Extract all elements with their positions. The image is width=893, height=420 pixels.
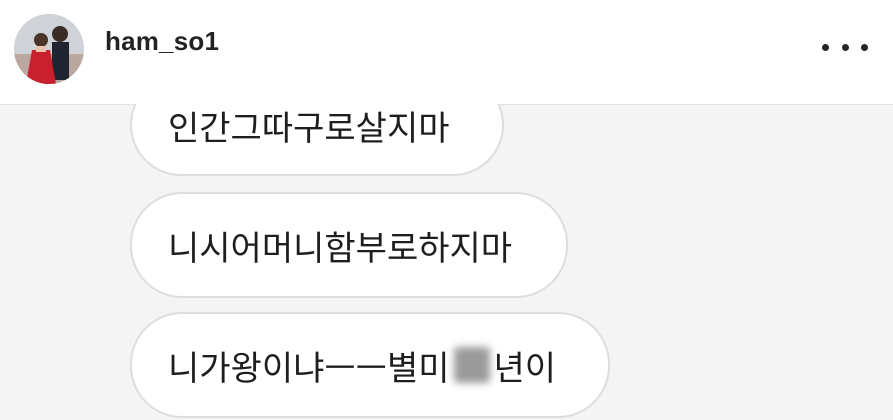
- more-options-icon[interactable]: [822, 32, 868, 62]
- message-text-before: 니가왕이냐ㅡㅡ별미: [168, 348, 450, 389]
- blurred-character: [453, 347, 490, 383]
- dot-icon: [841, 43, 849, 51]
- dot-icon: [822, 43, 829, 51]
- username[interactable]: ham_so1: [105, 26, 219, 57]
- avatar[interactable]: [14, 14, 84, 84]
- dot-icon: [861, 43, 868, 51]
- message-text: 인간그따구로살지마: [168, 108, 450, 149]
- chat-header: ham_so1: [0, 0, 893, 105]
- message-list: 인간그따구로살지마 니시어머니함부로하지마 니가왕이냐ㅡㅡ별미 년이: [0, 104, 893, 420]
- message-bubble[interactable]: 니시어머니함부로하지마: [130, 192, 568, 298]
- message-text-after: 년이: [493, 348, 557, 389]
- message-text: 니시어머니함부로하지마: [168, 228, 513, 269]
- message-bubble[interactable]: 니가왕이냐ㅡㅡ별미 년이: [130, 312, 610, 418]
- profile-photo-avatar: [14, 14, 84, 84]
- message-bubble[interactable]: 인간그따구로살지마: [130, 104, 504, 176]
